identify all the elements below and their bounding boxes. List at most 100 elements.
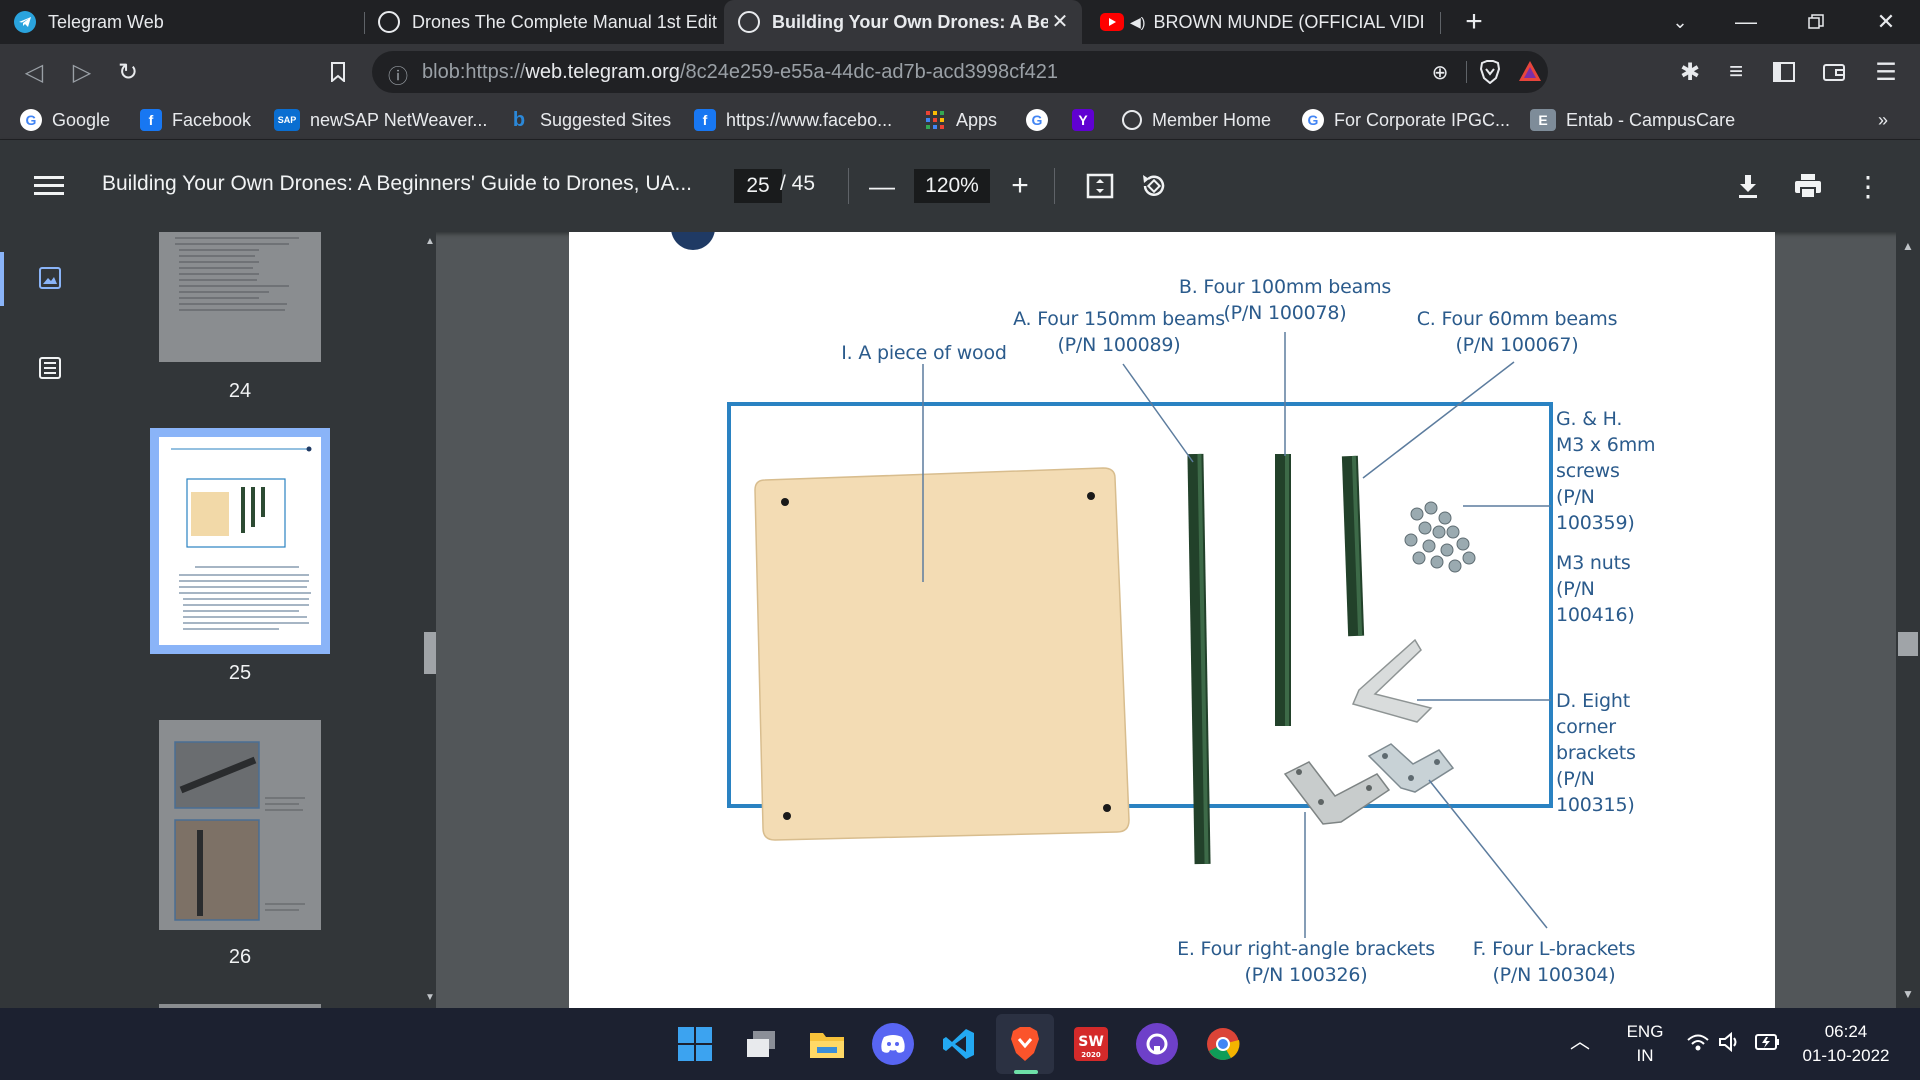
- scroll-down-icon[interactable]: ▼: [1896, 984, 1920, 1004]
- audio-playing-icon[interactable]: ◀): [1130, 14, 1145, 31]
- globe-icon: [1122, 110, 1142, 130]
- bookmark-member-home[interactable]: Member Home: [1122, 106, 1271, 134]
- windows-taskbar: SW 2020 ︿ ENG IN 06:24 01-10-2022: [0, 1008, 1920, 1080]
- extensions-icon[interactable]: ✱: [1670, 52, 1710, 92]
- address-bar[interactable]: ⓘ blob:https://web.telegram.org/8c24e259…: [372, 51, 1548, 93]
- label-b-line2: (P/N 100078): [1223, 302, 1347, 324]
- active-indicator: [0, 252, 4, 306]
- bookmark-label: Member Home: [1152, 109, 1272, 130]
- forward-button[interactable]: ▷: [62, 52, 102, 92]
- restore-button[interactable]: [1786, 0, 1846, 44]
- language-code: ENG: [1626, 1022, 1664, 1041]
- site-info-icon[interactable]: ⓘ: [386, 60, 410, 88]
- label-gh-line1: G. & H.: [1556, 408, 1623, 430]
- page-number-input[interactable]: 25: [734, 169, 782, 203]
- label-c-line1: C. Four 60mm beams: [1416, 308, 1618, 330]
- bookmark-google-2[interactable]: G: [1026, 106, 1058, 134]
- zoom-in-button[interactable]: +: [1002, 168, 1038, 204]
- fit-to-page-icon[interactable]: [1082, 168, 1118, 204]
- more-bookmarks-icon[interactable]: »: [1878, 106, 1888, 134]
- telegram-icon: [14, 11, 36, 33]
- label-f-line1: F. Four L-brackets: [1472, 938, 1636, 960]
- brave-rewards-icon[interactable]: [1518, 60, 1542, 84]
- label-f-line2: (P/N 100304): [1492, 964, 1616, 986]
- new-tab-button[interactable]: +: [1444, 0, 1504, 44]
- print-icon[interactable]: [1790, 168, 1826, 204]
- tray-overflow-icon[interactable]: ︿: [1570, 1030, 1590, 1054]
- windows-start-icon[interactable]: [674, 1023, 716, 1065]
- tab-title: Building Your Own Drones: A Beg: [772, 11, 1048, 32]
- task-view-icon[interactable]: [740, 1023, 782, 1065]
- playlist-icon[interactable]: ≡: [1716, 52, 1756, 92]
- tab-title: BROWN MUNDE (OFFICIAL VIDEO: [1153, 11, 1424, 32]
- bookmark-entab[interactable]: E Entab - CampusCare: [1530, 106, 1735, 134]
- bookmark-apps[interactable]: Apps: [924, 106, 997, 134]
- zoom-out-button[interactable]: —: [864, 168, 900, 204]
- bookmark-icon[interactable]: [318, 52, 358, 92]
- language-indicator[interactable]: ENG IN: [1620, 1020, 1670, 1068]
- bookmark-corporate-ipgc[interactable]: G For Corporate IPGC...: [1302, 106, 1510, 134]
- file-explorer-icon[interactable]: [806, 1023, 848, 1065]
- label-c-line2: (P/N 100067): [1455, 334, 1579, 356]
- bookmark-label: Apps: [956, 109, 998, 130]
- scroll-down-icon[interactable]: ▼: [424, 988, 436, 1008]
- tab-youtube[interactable]: ◀) BROWN MUNDE (OFFICIAL VIDEO: [1086, 0, 1440, 44]
- pdf-menu-icon[interactable]: [34, 171, 64, 201]
- bookmark-suggested-sites[interactable]: b Suggested Sites: [508, 106, 671, 134]
- browser-menu-icon[interactable]: ☰: [1866, 52, 1906, 92]
- close-window-button[interactable]: ✕: [1856, 0, 1916, 44]
- discord-icon[interactable]: [872, 1023, 914, 1065]
- bookmark-google[interactable]: G Google: [20, 106, 110, 134]
- download-icon[interactable]: [1730, 168, 1766, 204]
- scroll-up-icon[interactable]: ▲: [424, 232, 436, 252]
- brave-shields-icon[interactable]: [1478, 60, 1502, 85]
- solidworks-icon[interactable]: SW 2020: [1070, 1023, 1112, 1065]
- tab-building-drones[interactable]: Building Your Own Drones: A Beg ✕: [724, 0, 1082, 44]
- reload-button[interactable]: ↻: [108, 52, 148, 92]
- github-desktop-icon[interactable]: [1136, 1023, 1178, 1065]
- thumbnails-view-icon[interactable]: [34, 262, 66, 294]
- back-button[interactable]: ◁: [14, 52, 54, 92]
- wallet-icon[interactable]: [1814, 52, 1854, 92]
- wifi-icon[interactable]: [1686, 1032, 1710, 1059]
- bookmark-facebook[interactable]: f Facebook: [140, 106, 251, 134]
- page-thumbnail-24[interactable]: [159, 232, 321, 362]
- bookmark-label: Entab - CampusCare: [1566, 109, 1736, 130]
- zoom-icon[interactable]: ⊕: [1428, 60, 1452, 84]
- zoom-level-input[interactable]: 120%: [914, 169, 990, 203]
- battery-icon[interactable]: [1754, 1032, 1780, 1059]
- svg-text:SW: SW: [1078, 1034, 1104, 1050]
- clock[interactable]: 06:24 01-10-2022: [1796, 1020, 1896, 1068]
- sidebar-scroll-thumb[interactable]: [424, 632, 436, 674]
- tab-telegram[interactable]: Telegram Web: [0, 0, 364, 44]
- bookmark-label: https://www.facebo...: [726, 109, 893, 130]
- chrome-icon[interactable]: [1202, 1023, 1244, 1065]
- page-thumbnail-26[interactable]: [159, 720, 321, 930]
- tab-drones-manual[interactable]: Drones The Complete Manual 1st Editi: [364, 0, 718, 44]
- main-scrollbar[interactable]: ▲ ▼: [1896, 232, 1920, 1008]
- minimize-button[interactable]: —: [1716, 0, 1776, 44]
- bookmark-sap[interactable]: SAP newSAP NetWeaver...: [274, 106, 487, 134]
- bookmark-label: newSAP NetWeaver...: [310, 109, 488, 130]
- close-tab-icon[interactable]: ✕: [1048, 10, 1072, 34]
- page-thumbnail-25[interactable]: [159, 437, 321, 645]
- main-scroll-thumb[interactable]: [1898, 632, 1918, 656]
- bookmark-facebook-url[interactable]: f https://www.facebo...: [694, 106, 892, 134]
- volume-icon[interactable]: [1718, 1031, 1742, 1059]
- bookmark-yahoo[interactable]: Y: [1072, 106, 1104, 134]
- label-gh-line2: M3 x 6mm: [1556, 434, 1656, 456]
- sidebar-toggle-icon[interactable]: [1764, 52, 1804, 92]
- rotate-icon[interactable]: [1136, 168, 1172, 204]
- bookmark-label: Facebook: [172, 109, 252, 130]
- label-nuts-line1: M3 nuts: [1556, 552, 1631, 574]
- google-icon: G: [1026, 109, 1048, 131]
- clock-date: 01-10-2022: [1802, 1046, 1890, 1065]
- more-actions-icon[interactable]: ⋮: [1850, 168, 1886, 204]
- tab-search-icon[interactable]: ⌄: [1650, 0, 1710, 44]
- outline-view-icon[interactable]: [34, 352, 66, 384]
- brave-browser-icon[interactable]: [1004, 1023, 1046, 1065]
- vscode-icon[interactable]: [938, 1023, 980, 1065]
- scroll-up-icon[interactable]: ▲: [1896, 236, 1920, 256]
- yahoo-icon: Y: [1072, 109, 1094, 131]
- sidebar-scrollbar[interactable]: ▲ ▼: [424, 232, 436, 1008]
